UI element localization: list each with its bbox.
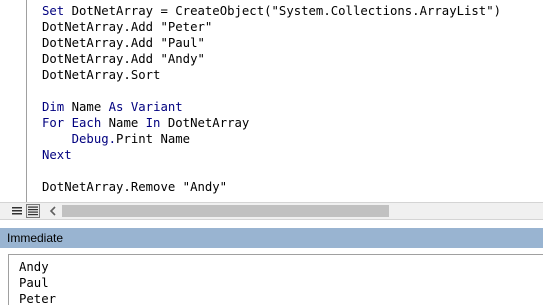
- code-text: DotNetArray.Sort: [42, 68, 161, 82]
- code-keyword: Debug.: [42, 132, 117, 146]
- code-text: Print Name: [116, 132, 191, 146]
- code-keyword: In: [145, 116, 161, 130]
- code-keyword: Next: [42, 148, 72, 162]
- horizontal-scrollbar-area: [0, 202, 543, 220]
- code-line[interactable]: DotNetArray.Remove "Andy": [42, 179, 543, 195]
- immediate-window-title: Immediate: [0, 228, 543, 248]
- immediate-output-line[interactable]: Andy: [19, 259, 56, 275]
- code-line[interactable]: Set DotNetArray = CreateObject("System.C…: [42, 3, 543, 19]
- immediate-window[interactable]: Andy Paul Peter: [8, 254, 543, 307]
- scroll-thumb[interactable]: [62, 205, 389, 217]
- gutter-divider: [26, 0, 27, 202]
- code-text: DotNetArray.Add "Peter": [42, 20, 213, 34]
- code-text: Name: [64, 100, 109, 114]
- code-keyword: Dim: [42, 100, 65, 114]
- code-text: DotNetArray.Add "Andy": [42, 52, 205, 66]
- code-text: DotNetArray: [160, 116, 250, 130]
- code-line[interactable]: [42, 83, 543, 99]
- immediate-output[interactable]: Andy Paul Peter: [19, 259, 56, 307]
- chevron-left-icon: [49, 206, 56, 216]
- code-line[interactable]: DotNetArray.Add "Andy": [42, 51, 543, 67]
- scroll-track[interactable]: [62, 205, 543, 217]
- code-keyword: Set: [42, 4, 65, 18]
- procedure-view-icon: [12, 207, 22, 215]
- code-line[interactable]: For Each Name In DotNetArray: [42, 115, 543, 131]
- code-keyword: For Each: [42, 116, 102, 130]
- code-line[interactable]: DotNetArray.Add "Paul": [42, 35, 543, 51]
- code-keyword: As: [108, 100, 124, 114]
- full-module-view-icon: [28, 206, 38, 216]
- procedure-view-button[interactable]: [10, 204, 24, 218]
- pane-splitter[interactable]: [0, 220, 543, 228]
- code-line[interactable]: DotNetArray.Sort: [42, 67, 543, 83]
- code-text: DotNetArray.Remove "Andy": [42, 180, 228, 194]
- scroll-left-button[interactable]: [46, 204, 60, 218]
- full-module-view-button[interactable]: [26, 204, 40, 218]
- code-keyword: Variant: [123, 100, 183, 114]
- margin-indicator-bar[interactable]: [0, 0, 26, 202]
- code-line[interactable]: Debug.Print Name: [42, 131, 543, 147]
- code-line[interactable]: Next: [42, 147, 543, 163]
- code-text: Name: [101, 116, 146, 130]
- code-lines[interactable]: Set DotNetArray = CreateObject("System.C…: [42, 3, 543, 195]
- code-line[interactable]: [42, 163, 543, 179]
- code-line[interactable]: DotNetArray.Add "Peter": [42, 19, 543, 35]
- code-text: DotNetArray.Add "Paul": [42, 36, 205, 50]
- code-line[interactable]: Dim Name As Variant: [42, 99, 543, 115]
- code-editor[interactable]: Set DotNetArray = CreateObject("System.C…: [0, 0, 543, 202]
- immediate-output-line[interactable]: Paul: [19, 275, 56, 291]
- code-text: DotNetArray = CreateObject("System.Colle…: [64, 4, 502, 18]
